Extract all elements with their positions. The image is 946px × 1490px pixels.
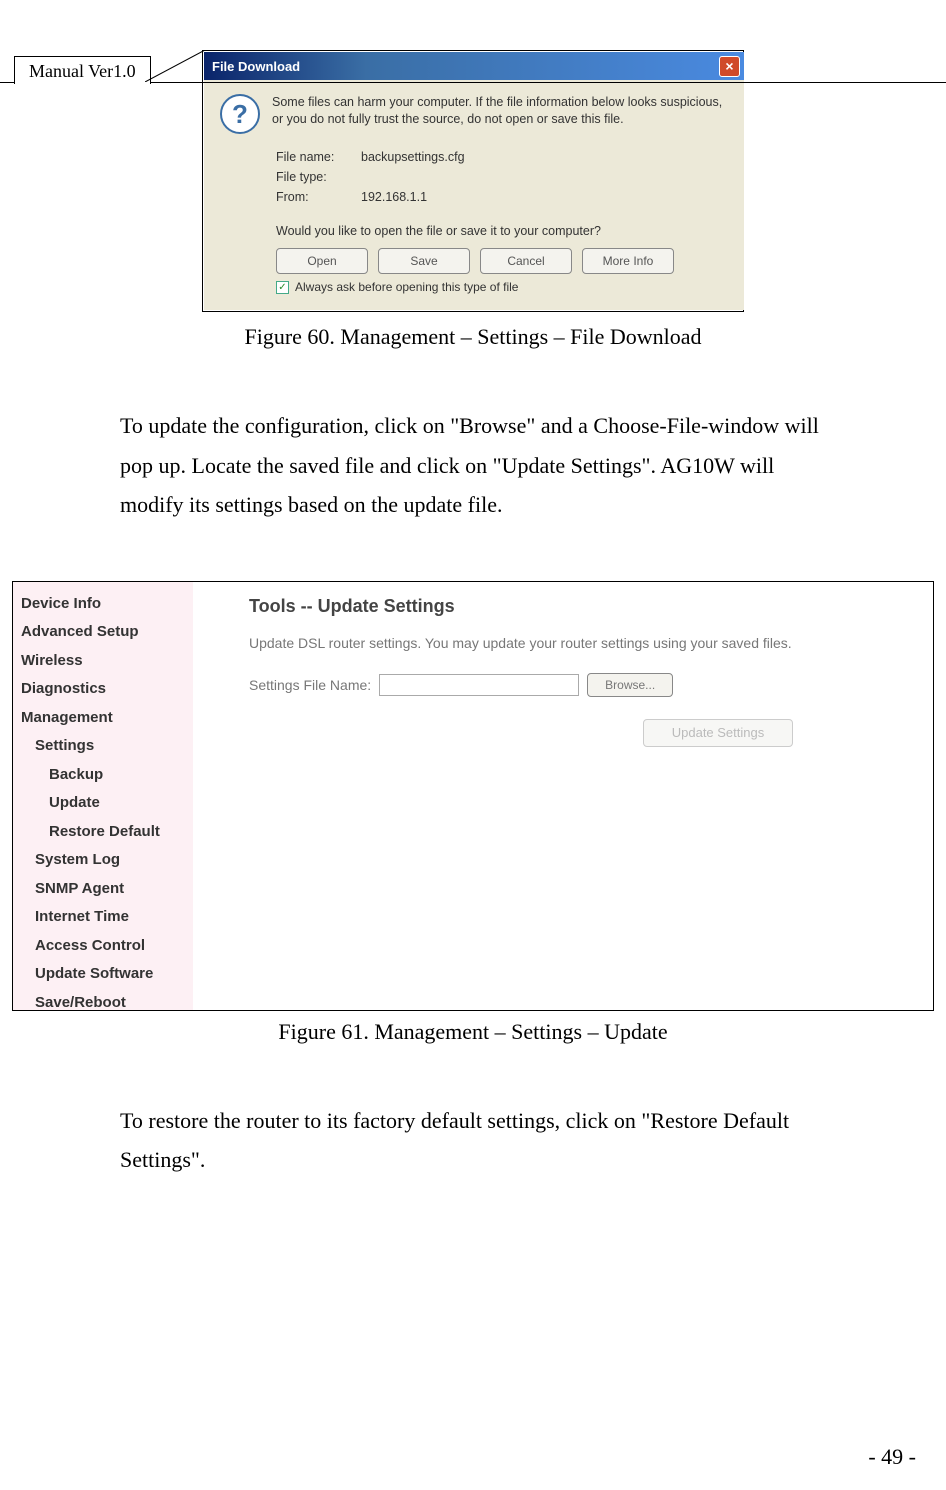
- browse-button[interactable]: Browse...: [587, 673, 673, 697]
- more-info-button[interactable]: More Info: [582, 248, 674, 274]
- paragraph-2: To restore the router to its factory def…: [120, 1101, 826, 1180]
- sidebar-item-advanced-setup[interactable]: Advanced Setup: [21, 618, 185, 647]
- sidebar-item-system-log[interactable]: System Log: [21, 846, 185, 875]
- header-tag: Manual Ver1.0: [14, 56, 151, 84]
- figure-60-caption: Figure 60. Management – Settings – File …: [0, 324, 946, 350]
- figure-61-caption: Figure 61. Management – Settings – Updat…: [0, 1019, 946, 1045]
- sidebar-item-wireless[interactable]: Wireless: [21, 647, 185, 676]
- filename-value: backupsettings.cfg: [361, 150, 465, 164]
- sidebar: Device Info Advanced Setup Wireless Diag…: [13, 582, 193, 1010]
- update-settings-button[interactable]: Update Settings: [643, 719, 793, 747]
- from-value: 192.168.1.1: [361, 190, 427, 204]
- dialog-warning-text: Some files can harm your computer. If th…: [272, 94, 728, 134]
- from-label: From:: [276, 190, 361, 204]
- sidebar-item-device-info[interactable]: Device Info: [21, 590, 185, 619]
- figure-60-dialog: File Download × ? Some files can harm yo…: [202, 50, 744, 312]
- dialog-title: File Download: [212, 59, 300, 74]
- sidebar-item-diagnostics[interactable]: Diagnostics: [21, 675, 185, 704]
- sidebar-item-backup[interactable]: Backup: [21, 761, 185, 790]
- filetype-label: File type:: [276, 170, 361, 184]
- always-ask-label: Always ask before opening this type of f…: [295, 280, 518, 294]
- page-number: - 49 -: [868, 1444, 916, 1470]
- save-button[interactable]: Save: [378, 248, 470, 274]
- settings-filename-input[interactable]: [379, 674, 579, 696]
- sidebar-item-restore-default[interactable]: Restore Default: [21, 818, 185, 847]
- sidebar-item-settings[interactable]: Settings: [21, 732, 185, 761]
- question-icon: ?: [220, 94, 260, 134]
- cancel-button[interactable]: Cancel: [480, 248, 572, 274]
- settings-filename-label: Settings File Name:: [249, 677, 371, 693]
- sidebar-item-internet-time[interactable]: Internet Time: [21, 903, 185, 932]
- always-ask-checkbox[interactable]: ✓: [276, 281, 289, 294]
- dialog-titlebar: File Download ×: [204, 52, 744, 80]
- sidebar-item-save-reboot[interactable]: Save/Reboot: [21, 989, 185, 1018]
- tools-description: Update DSL router settings. You may upda…: [249, 635, 933, 651]
- filename-label: File name:: [276, 150, 361, 164]
- dialog-prompt: Would you like to open the file or save …: [276, 224, 728, 238]
- header-slash: [145, 50, 215, 82]
- main-panel: Tools -- Update Settings Update DSL rout…: [193, 582, 933, 1010]
- paragraph-1: To update the configuration, click on "B…: [120, 406, 826, 525]
- open-button[interactable]: Open: [276, 248, 368, 274]
- sidebar-item-access-control[interactable]: Access Control: [21, 932, 185, 961]
- sidebar-item-snmp-agent[interactable]: SNMP Agent: [21, 875, 185, 904]
- tools-title: Tools -- Update Settings: [249, 596, 933, 617]
- sidebar-item-update-software[interactable]: Update Software: [21, 960, 185, 989]
- sidebar-item-update[interactable]: Update: [21, 789, 185, 818]
- sidebar-item-management[interactable]: Management: [21, 704, 185, 733]
- close-icon[interactable]: ×: [719, 56, 740, 77]
- figure-61-panel: Device Info Advanced Setup Wireless Diag…: [12, 581, 934, 1011]
